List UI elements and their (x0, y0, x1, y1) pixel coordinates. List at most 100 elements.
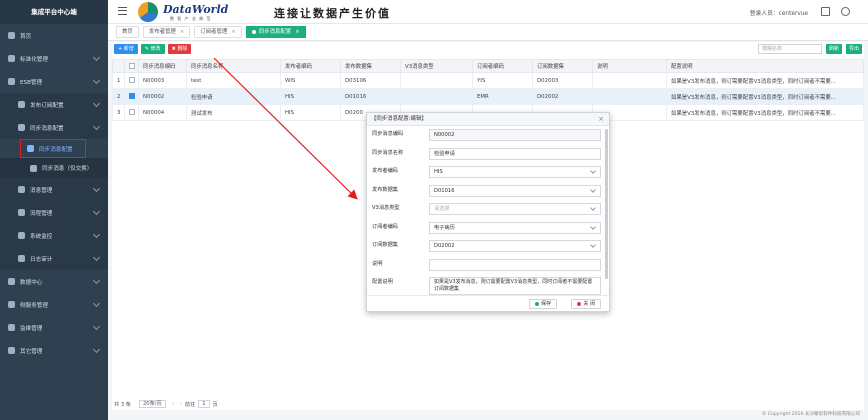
fullscreen-icon[interactable] (821, 7, 830, 16)
search-input[interactable]: 模糊名称 (758, 44, 822, 54)
col-header[interactable]: V3消息类型 (400, 59, 473, 73)
close-icon[interactable]: × (295, 27, 300, 38)
gear-icon (18, 124, 25, 131)
sidebar-item-message-mgmt[interactable]: 消息管理 (0, 178, 108, 201)
row-checkbox[interactable] (129, 77, 135, 84)
col-header[interactable]: 订阅数据集 (532, 59, 593, 73)
close-icon[interactable]: × (598, 113, 604, 126)
sidebar-item-standardization[interactable]: 标准化管理 (0, 47, 108, 70)
add-button[interactable]: + 新增 (114, 44, 138, 54)
col-header[interactable]: 发布者编码 (280, 59, 341, 73)
chevron-down-icon (92, 99, 101, 108)
field-desc: 说明 (367, 256, 609, 275)
sidebar-item-data-center[interactable]: 数据中心 (0, 270, 108, 293)
dialog-title: 【同步消息配置:编辑】 × (367, 113, 609, 126)
sidebar: 集成平台中心端 首页 标准化管理 ESB管理 发布订阅配置 同步消息配置 同步消… (0, 0, 108, 420)
chevron-down-icon (590, 205, 596, 211)
goto-label: 前往 (184, 401, 196, 408)
gear-icon (18, 101, 25, 108)
tab-bar: 首页 发布者管理 × 订阅者管理 × 同步消息配置 × (108, 24, 868, 41)
sidebar-item-other-mgmt[interactable]: 其它管理 (0, 339, 108, 362)
field-v3-type: V3消息类型 请选择 (367, 200, 609, 219)
tab-publisher-mgmt[interactable]: 发布者管理 × (142, 26, 191, 38)
pub-dataset-select[interactable]: D01016 (429, 184, 601, 197)
sync-code-input[interactable]: N00002 (429, 129, 601, 141)
field-subscriber: 订阅者编码 电子病历 (367, 219, 609, 238)
sidebar-item-esb[interactable]: ESB管理 (0, 70, 108, 93)
dialog-scrollbar[interactable] (605, 129, 608, 279)
col-header[interactable]: 发布数据集 (340, 59, 401, 73)
subscriber-select[interactable]: 电子病历 (429, 221, 601, 234)
tab-home[interactable]: 首页 (116, 26, 139, 38)
field-sync-code: 同步消息编码 N00002 (367, 126, 609, 145)
logo-subtitle: 数 智 产 业 典 范 (170, 16, 212, 21)
sync-name-input[interactable]: 检验申请 (429, 147, 601, 160)
top-header: DataWorld 数 智 产 业 典 范 连接让数据产生价值 登录人员：cen… (108, 0, 868, 24)
export-button[interactable]: 导出 (845, 44, 862, 54)
refresh-button[interactable]: 刷新 (825, 44, 842, 54)
row-checkbox[interactable] (129, 93, 135, 100)
sidebar-item-log-audit[interactable]: 日志审计 (0, 247, 108, 270)
tab-sync-config[interactable]: 同步消息配置 × (245, 26, 306, 38)
sidebar-item-sync-config[interactable]: 同步消息配置 (20, 139, 86, 158)
sidebar-item-sync-config-group[interactable]: 同步消息配置 (0, 116, 108, 139)
select-all-checkbox[interactable] (129, 62, 135, 69)
chevron-down-icon (590, 242, 596, 248)
edit-dialog: 【同步消息配置:编辑】 × 同步消息编码 N00002 同步消息名称 检验申请 … (366, 112, 610, 312)
sidebar-item-home[interactable]: 首页 (0, 24, 108, 47)
menu-toggle-icon[interactable] (118, 7, 127, 15)
table-row[interactable]: 1 N00003 test WIS D03106 YIS D02003 如果是V… (112, 72, 864, 89)
monitor-icon (8, 324, 15, 331)
table-row[interactable]: 2 N00002 检验申请 HIS D01016 EMR D02002 如果是V… (112, 88, 864, 105)
close-icon (577, 301, 582, 306)
tab-subscriber-mgmt[interactable]: 订阅者管理 × (194, 26, 242, 38)
logout-icon[interactable] (841, 7, 850, 16)
col-header[interactable]: 订阅者编码 (472, 59, 533, 73)
delete-button[interactable]: ✖ 删除 (167, 44, 192, 54)
page-size-select[interactable]: 20条/页 (138, 400, 166, 408)
desc-input[interactable] (429, 258, 601, 271)
chevron-down-icon (590, 223, 596, 230)
field-pub-dataset: 发布数据集 D01016 (367, 182, 609, 201)
chevron-down-icon (92, 276, 101, 285)
field-publisher: 发布者编码 HIS (367, 163, 609, 182)
home-icon (8, 32, 15, 39)
save-button[interactable]: 保存 (528, 299, 557, 309)
close-icon[interactable]: × (180, 27, 185, 38)
publisher-select[interactable]: HIS (429, 166, 601, 178)
gear-icon (18, 186, 25, 193)
sidebar-item-service-mgmt[interactable]: 侧服务管理 (0, 293, 108, 316)
field-sub-dataset: 订阅数据集 D02002 (367, 237, 609, 256)
sidebar-item-system-monitor[interactable]: 系统监控 (0, 224, 108, 247)
sidebar-item-ops-mgmt[interactable]: 监维管理 (0, 316, 108, 339)
page-input[interactable]: 1 (198, 400, 210, 408)
prev-page-icon[interactable]: ‹ (172, 401, 174, 407)
col-header[interactable]: 配置说明 (666, 59, 864, 73)
row-checkbox[interactable] (129, 109, 135, 116)
sidebar-item-sync-exchange[interactable]: 同步消息（仅交换） (0, 158, 108, 178)
sidebar-item-flow-mgmt[interactable]: 流程管理 (0, 201, 108, 224)
chevron-down-icon (92, 184, 101, 193)
pagination: 共 3 条 20条/页 ‹ › 前往 1 页 (112, 398, 864, 410)
table-header-row: 同步消息编码 同步消息名称 发布者编码 发布数据集 V3消息类型 订阅者编码 订… (112, 59, 864, 73)
chevron-down-icon (590, 168, 596, 174)
config-textarea[interactable]: 如果是V3发布消息，则订需要配置V3消息类型，同时订阅者不需要配置订阅数据集 (429, 277, 601, 295)
database-icon (8, 278, 15, 285)
chevron-down-icon (92, 230, 101, 239)
next-page-icon[interactable]: › (180, 401, 182, 407)
slogan: 连接让数据产生价值 (274, 7, 391, 20)
col-header[interactable]: 同步消息名称 (186, 59, 281, 73)
edit-button[interactable]: ✎ 修改 (140, 44, 165, 54)
col-header[interactable]: 同步消息编码 (138, 59, 187, 73)
logo-icon (138, 2, 158, 22)
sidebar-item-pubsub-config[interactable]: 发布订阅配置 (0, 93, 108, 116)
close-icon[interactable]: × (231, 27, 236, 38)
close-button[interactable]: 关 闭 (571, 299, 601, 309)
v3-type-select[interactable]: 请选择 (429, 203, 601, 215)
sub-dataset-select[interactable]: D02002 (429, 240, 601, 252)
check-icon (534, 301, 539, 306)
gear-icon (18, 255, 25, 262)
col-header[interactable]: 说明 (592, 59, 667, 73)
toolbar: + 新增 ✎ 修改 ✖ 删除 (112, 42, 864, 56)
wrench-icon (27, 145, 34, 152)
